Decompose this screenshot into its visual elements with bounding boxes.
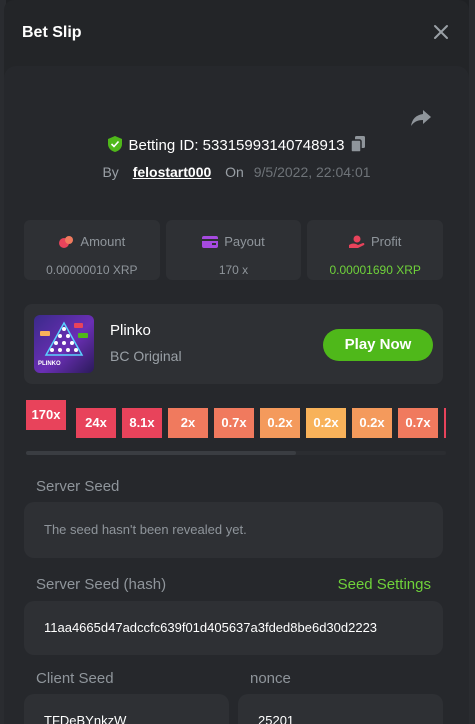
game-name[interactable]: Plinko <box>110 322 151 339</box>
server-seed-hash-label: Server Seed (hash) <box>36 576 167 593</box>
betting-id-row: Betting ID: 53315993140748913 <box>4 136 469 154</box>
multiplier-slot: 8.1x <box>122 404 162 438</box>
multiplier-strip[interactable]: 170x 24x 8.1x 2x 0.7x 0.2x 0.2x 0.2x 0.7x <box>26 398 446 442</box>
multiplier-slot: 0.2x <box>306 404 346 438</box>
stat-profit-value: 0.00001690 XRP <box>329 263 421 277</box>
game-card: PLINKO Plinko BC Original Play Now <box>24 304 443 384</box>
multiplier-slot: 0.2x <box>260 404 300 438</box>
stat-profit: Profit 0.00001690 XRP <box>307 220 444 280</box>
stat-amount: Amount 0.00000010 XRP <box>24 220 160 280</box>
share-icon[interactable] <box>409 106 433 130</box>
nonce-field[interactable]: 25201 <box>238 694 443 724</box>
coins-icon <box>58 235 74 249</box>
client-seed-field[interactable]: TFDeBYnkzW <box>24 694 229 724</box>
multiplier-slot: 0.2x <box>352 404 392 438</box>
multiplier-slot: 170x <box>26 398 66 430</box>
scrollbar-thumb[interactable] <box>26 451 296 455</box>
bet-author-row: By felostart000 On 9/5/2022, 22:04:01 <box>4 164 469 180</box>
seed-settings-link[interactable]: Seed Settings <box>338 576 431 593</box>
close-icon[interactable] <box>431 24 451 44</box>
stat-payout-label: Payout <box>224 234 265 249</box>
bet-stats: Amount 0.00000010 XRP Payout 170 x Profi… <box>24 220 444 280</box>
card-icon <box>202 235 219 249</box>
plinko-thumbnail[interactable]: PLINKO <box>34 315 94 373</box>
stat-amount-value: 0.00000010 XRP <box>46 263 138 277</box>
hand-coin-icon <box>349 235 365 249</box>
multiplier-slot: 24x <box>76 404 116 438</box>
client-seed-label: Client Seed <box>36 670 114 687</box>
betting-id: Betting ID: 53315993140748913 <box>128 137 345 154</box>
multiplier-slot-partial <box>444 408 446 438</box>
stat-amount-label: Amount <box>80 234 126 249</box>
multiplier-slot: 0.7x <box>398 404 438 438</box>
by-label: By <box>102 164 119 180</box>
multiplier-slot: 0.7x <box>214 404 254 438</box>
multiplier-slot: 2x <box>168 404 208 438</box>
play-now-button[interactable]: Play Now <box>323 329 433 361</box>
multiplier-scrollbar[interactable] <box>26 451 446 455</box>
stat-payout-value: 170 x <box>218 263 249 277</box>
username-link[interactable]: felostart000 <box>133 164 212 180</box>
bet-slip-modal: Bet Slip Betting ID: 53315993140748913 B… <box>4 0 469 724</box>
modal-title: Bet Slip <box>22 24 82 41</box>
nonce-label: nonce <box>250 670 291 687</box>
server-seed-hash-field[interactable]: 11aa4665d47adccfc639f01d405637a3fded8be6… <box>24 601 443 655</box>
stat-payout: Payout 170 x <box>165 220 302 280</box>
shield-check-icon <box>108 136 123 152</box>
plinko-thumb-text: PLINKO <box>38 361 61 367</box>
stat-profit-label: Profit <box>371 234 402 249</box>
backdrop-right <box>469 0 475 724</box>
copy-icon[interactable] <box>349 136 365 153</box>
game-subtitle: BC Original <box>110 348 182 364</box>
bet-slip-content: Betting ID: 53315993140748913 By felosta… <box>4 66 469 724</box>
server-seed-label: Server Seed <box>36 478 120 495</box>
server-seed-field: The seed hasn't been revealed yet. <box>24 502 443 558</box>
modal-header: Bet Slip <box>4 0 469 66</box>
on-label: On <box>225 164 244 180</box>
bet-date: 9/5/2022, 22:04:01 <box>253 164 371 180</box>
